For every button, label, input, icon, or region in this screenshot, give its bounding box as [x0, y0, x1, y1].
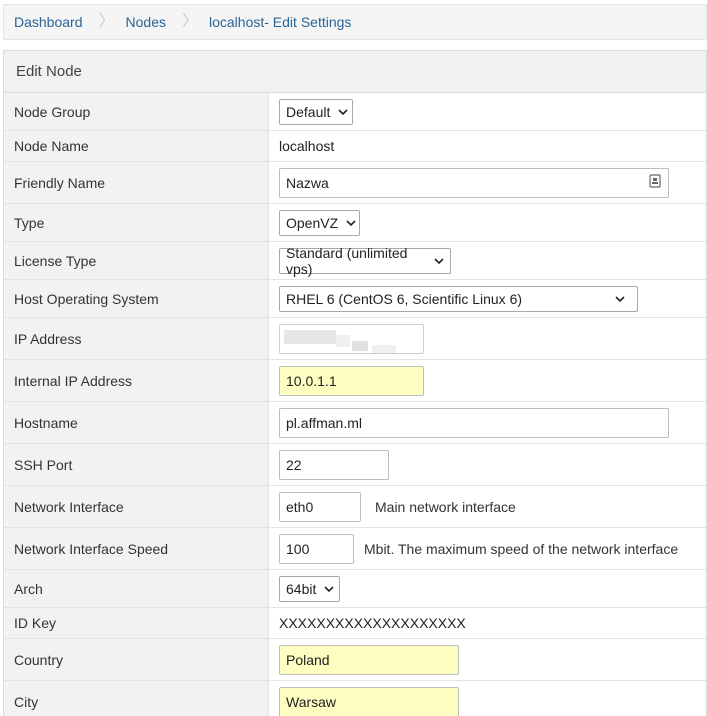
license-type-select[interactable]: Standard (unlimited vps) [279, 244, 451, 277]
label-arch: Arch [4, 570, 269, 607]
node-name-value: localhost [279, 138, 335, 154]
host-os-value: RHEL 6 (CentOS 6, Scientific Linux 6) [286, 290, 523, 307]
row-host-os: Host Operating System RHEL 6 (CentOS 6, … [4, 280, 706, 318]
breadcrumb-dashboard-link[interactable]: Dashboard [14, 14, 83, 30]
type-select[interactable]: OpenVZ [279, 209, 360, 236]
id-key-value: XXXXXXXXXXXXXXXXXXXX [279, 615, 466, 631]
row-license-type: License Type Standard (unlimited vps) [4, 242, 706, 280]
label-license-type: License Type [4, 242, 269, 279]
type-value: OpenVZ [286, 214, 339, 231]
country-value: Poland [286, 651, 330, 668]
internal-ip-input[interactable]: 10.0.1.1 [279, 365, 424, 396]
row-country: Country Poland [4, 639, 706, 681]
label-network-interface: Network Interface [4, 486, 269, 527]
ssh-port-value: 22 [286, 456, 302, 473]
label-ip-address: IP Address [4, 318, 269, 359]
chevron-down-icon [324, 584, 334, 594]
row-city: City Warsaw [4, 681, 706, 716]
row-type: Type OpenVZ [4, 204, 706, 242]
breadcrumb-current[interactable]: localhost- Edit Settings [209, 14, 351, 30]
network-interface-value: eth0 [286, 498, 314, 515]
label-friendly-name: Friendly Name [4, 162, 269, 203]
chevron-down-icon [434, 256, 444, 266]
breadcrumb-nodes-link[interactable]: Nodes [126, 14, 166, 30]
label-ssh-port: SSH Port [4, 444, 269, 485]
hostname-value: pl.affman.ml [286, 414, 362, 431]
network-interface-hint: Main network interface [375, 498, 516, 515]
row-ssh-port: SSH Port 22 [4, 444, 706, 486]
row-friendly-name: Friendly Name Nazwa [4, 162, 706, 204]
row-network-speed: Network Interface Speed 100 Mbit. The ma… [4, 528, 706, 570]
row-ip-address: IP Address [4, 318, 706, 360]
ip-address-input[interactable] [279, 323, 424, 354]
network-speed-hint: Mbit. The maximum speed of the network i… [364, 540, 679, 557]
arch-value: 64bit [286, 580, 317, 597]
internal-ip-value: 10.0.1.1 [286, 372, 337, 389]
node-group-select[interactable]: Default [279, 98, 353, 125]
chevron-down-icon [338, 107, 348, 117]
label-host-os: Host Operating System [4, 280, 269, 317]
hostname-input[interactable]: pl.affman.ml [279, 407, 669, 438]
row-id-key: ID Key XXXXXXXXXXXXXXXXXXXX [4, 608, 706, 639]
chevron-down-icon [346, 218, 356, 228]
label-country: Country [4, 639, 269, 680]
panel-title: Edit Node [4, 51, 706, 93]
row-network-interface: Network Interface eth0 Main network inte… [4, 486, 706, 528]
label-node-name: Node Name [4, 131, 269, 161]
host-os-select[interactable]: RHEL 6 (CentOS 6, Scientific Linux 6) [279, 285, 638, 312]
chevron-down-icon [615, 294, 625, 304]
contact-card-icon[interactable] [648, 174, 662, 191]
country-input[interactable]: Poland [279, 644, 459, 675]
label-node-group: Node Group [4, 93, 269, 130]
node-group-value: Default [286, 103, 331, 120]
label-hostname: Hostname [4, 402, 269, 443]
row-arch: Arch 64bit [4, 570, 706, 608]
network-interface-input[interactable]: eth0 [279, 491, 361, 522]
network-speed-value: 100 [286, 540, 310, 557]
friendly-name-input[interactable]: Nazwa [279, 167, 669, 198]
arch-select[interactable]: 64bit [279, 575, 340, 602]
friendly-name-value: Nazwa [286, 174, 329, 191]
label-city: City [4, 681, 269, 716]
breadcrumb: Dashboard 〉 Nodes 〉 localhost- Edit Sett… [3, 4, 707, 40]
edit-node-panel: Edit Node Node Group Default Node Name l… [3, 50, 707, 716]
label-type: Type [4, 204, 269, 241]
row-hostname: Hostname pl.affman.ml [4, 402, 706, 444]
breadcrumb-separator-icon: 〉 [181, 13, 198, 30]
city-input[interactable]: Warsaw [279, 686, 459, 716]
row-internal-ip: Internal IP Address 10.0.1.1 [4, 360, 706, 402]
network-speed-input[interactable]: 100 [279, 533, 354, 564]
label-id-key: ID Key [4, 608, 269, 638]
ssh-port-input[interactable]: 22 [279, 449, 389, 480]
label-internal-ip: Internal IP Address [4, 360, 269, 401]
breadcrumb-separator-icon: 〉 [98, 13, 115, 30]
row-node-name: Node Name localhost [4, 131, 706, 162]
city-value: Warsaw [286, 693, 337, 710]
license-type-value: Standard (unlimited vps) [286, 244, 408, 277]
row-node-group: Node Group Default [4, 93, 706, 131]
label-network-speed: Network Interface Speed [4, 528, 269, 569]
